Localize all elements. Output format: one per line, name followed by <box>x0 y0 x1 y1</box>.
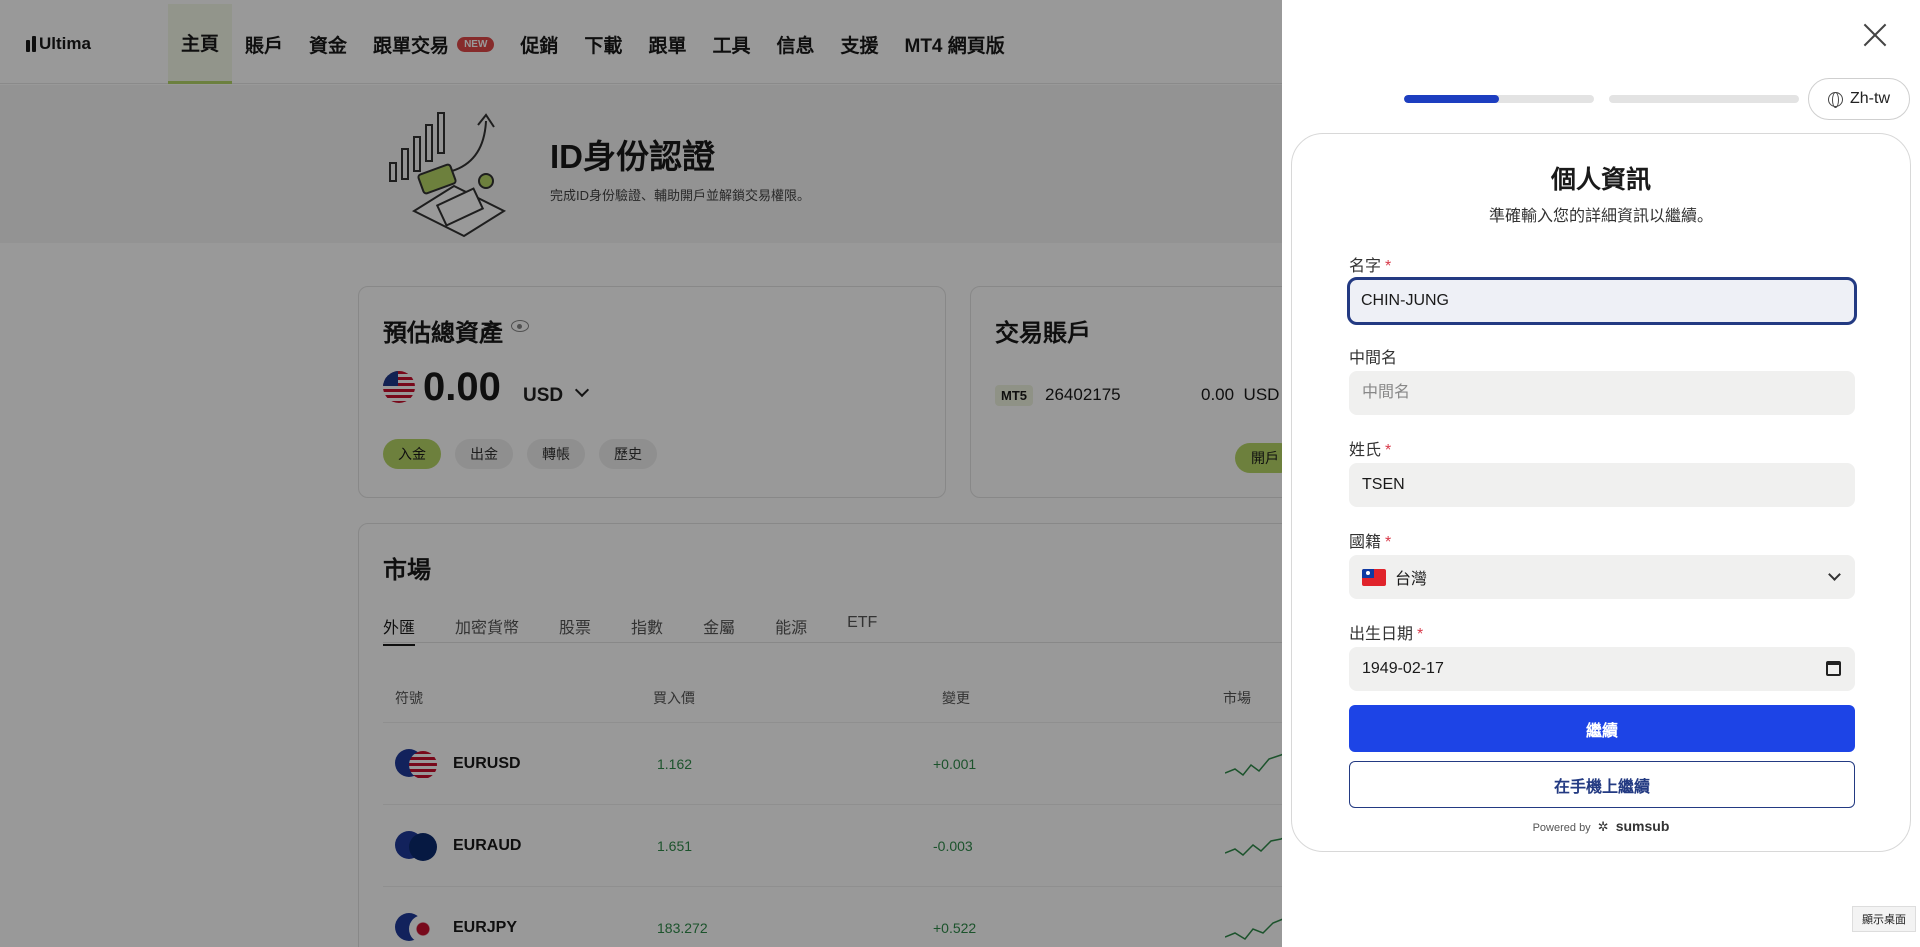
powered-by-text: Powered by <box>1532 822 1591 834</box>
show-desktop-button[interactable]: 顯示桌面 <box>1852 906 1916 932</box>
required-marker: * <box>1417 626 1424 643</box>
middle-name-input[interactable] <box>1349 371 1855 415</box>
taiwan-flag-icon <box>1362 568 1386 586</box>
nationality-value: 台灣 <box>1395 571 1428 588</box>
progress-step-1 <box>1404 95 1594 103</box>
calendar-icon[interactable] <box>1826 661 1841 676</box>
sumsub-logo-icon: ✲ <box>1597 819 1609 834</box>
required-marker: * <box>1385 534 1392 551</box>
label-text: 姓氏 <box>1349 442 1382 459</box>
middle-name-label: 中間名 <box>1349 350 1398 367</box>
label-text: 國籍 <box>1349 534 1382 551</box>
powered-by-footer: Powered by ✲ sumsub <box>1292 818 1910 835</box>
form-subtitle: 準確輸入您的詳細資訊以繼續。 <box>1488 208 1713 225</box>
personal-info-form: 個人資訊 準確輸入您的詳細資訊以繼續。 名字* 中間名 姓氏* 國籍* 台灣 出… <box>1291 133 1911 852</box>
first-name-label: 名字 * <box>1349 252 1391 276</box>
nationality-label: 國籍 * <box>1349 528 1391 552</box>
dob-label: 出生日期 * <box>1349 620 1423 644</box>
last-name-input[interactable] <box>1349 463 1855 507</box>
language-selector[interactable]: Zh-tw <box>1808 78 1910 120</box>
nationality-select[interactable]: 台灣 <box>1349 555 1855 599</box>
language-label: Zh-tw <box>1850 90 1890 107</box>
sumsub-brand: sumsub <box>1615 818 1670 834</box>
close-icon[interactable] <box>1862 22 1888 48</box>
first-name-input[interactable] <box>1347 277 1857 325</box>
label-text: 名字 <box>1349 258 1382 275</box>
form-title: 個人資訊 <box>1550 166 1651 194</box>
dob-value: 1949-02-17 <box>1362 660 1444 677</box>
kyc-side-panel: Zh-tw 個人資訊 準確輸入您的詳細資訊以繼續。 名字* 中間名 姓氏* 國籍… <box>1282 4 1920 947</box>
label-text: 出生日期 <box>1349 626 1414 643</box>
continue-on-phone-button[interactable]: 在手機上繼續 <box>1349 761 1855 808</box>
progress-step-2 <box>1609 95 1799 103</box>
chevron-down-icon <box>1828 568 1841 581</box>
last-name-label: 姓氏 * <box>1349 436 1391 460</box>
progress-step-1-fill <box>1404 95 1499 103</box>
required-marker: * <box>1385 258 1392 275</box>
dob-input[interactable]: 1949-02-17 <box>1349 647 1855 691</box>
required-marker: * <box>1385 442 1392 459</box>
globe-icon <box>1828 91 1843 108</box>
modal-backdrop[interactable] <box>0 0 1282 947</box>
continue-button[interactable]: 繼續 <box>1349 705 1855 752</box>
